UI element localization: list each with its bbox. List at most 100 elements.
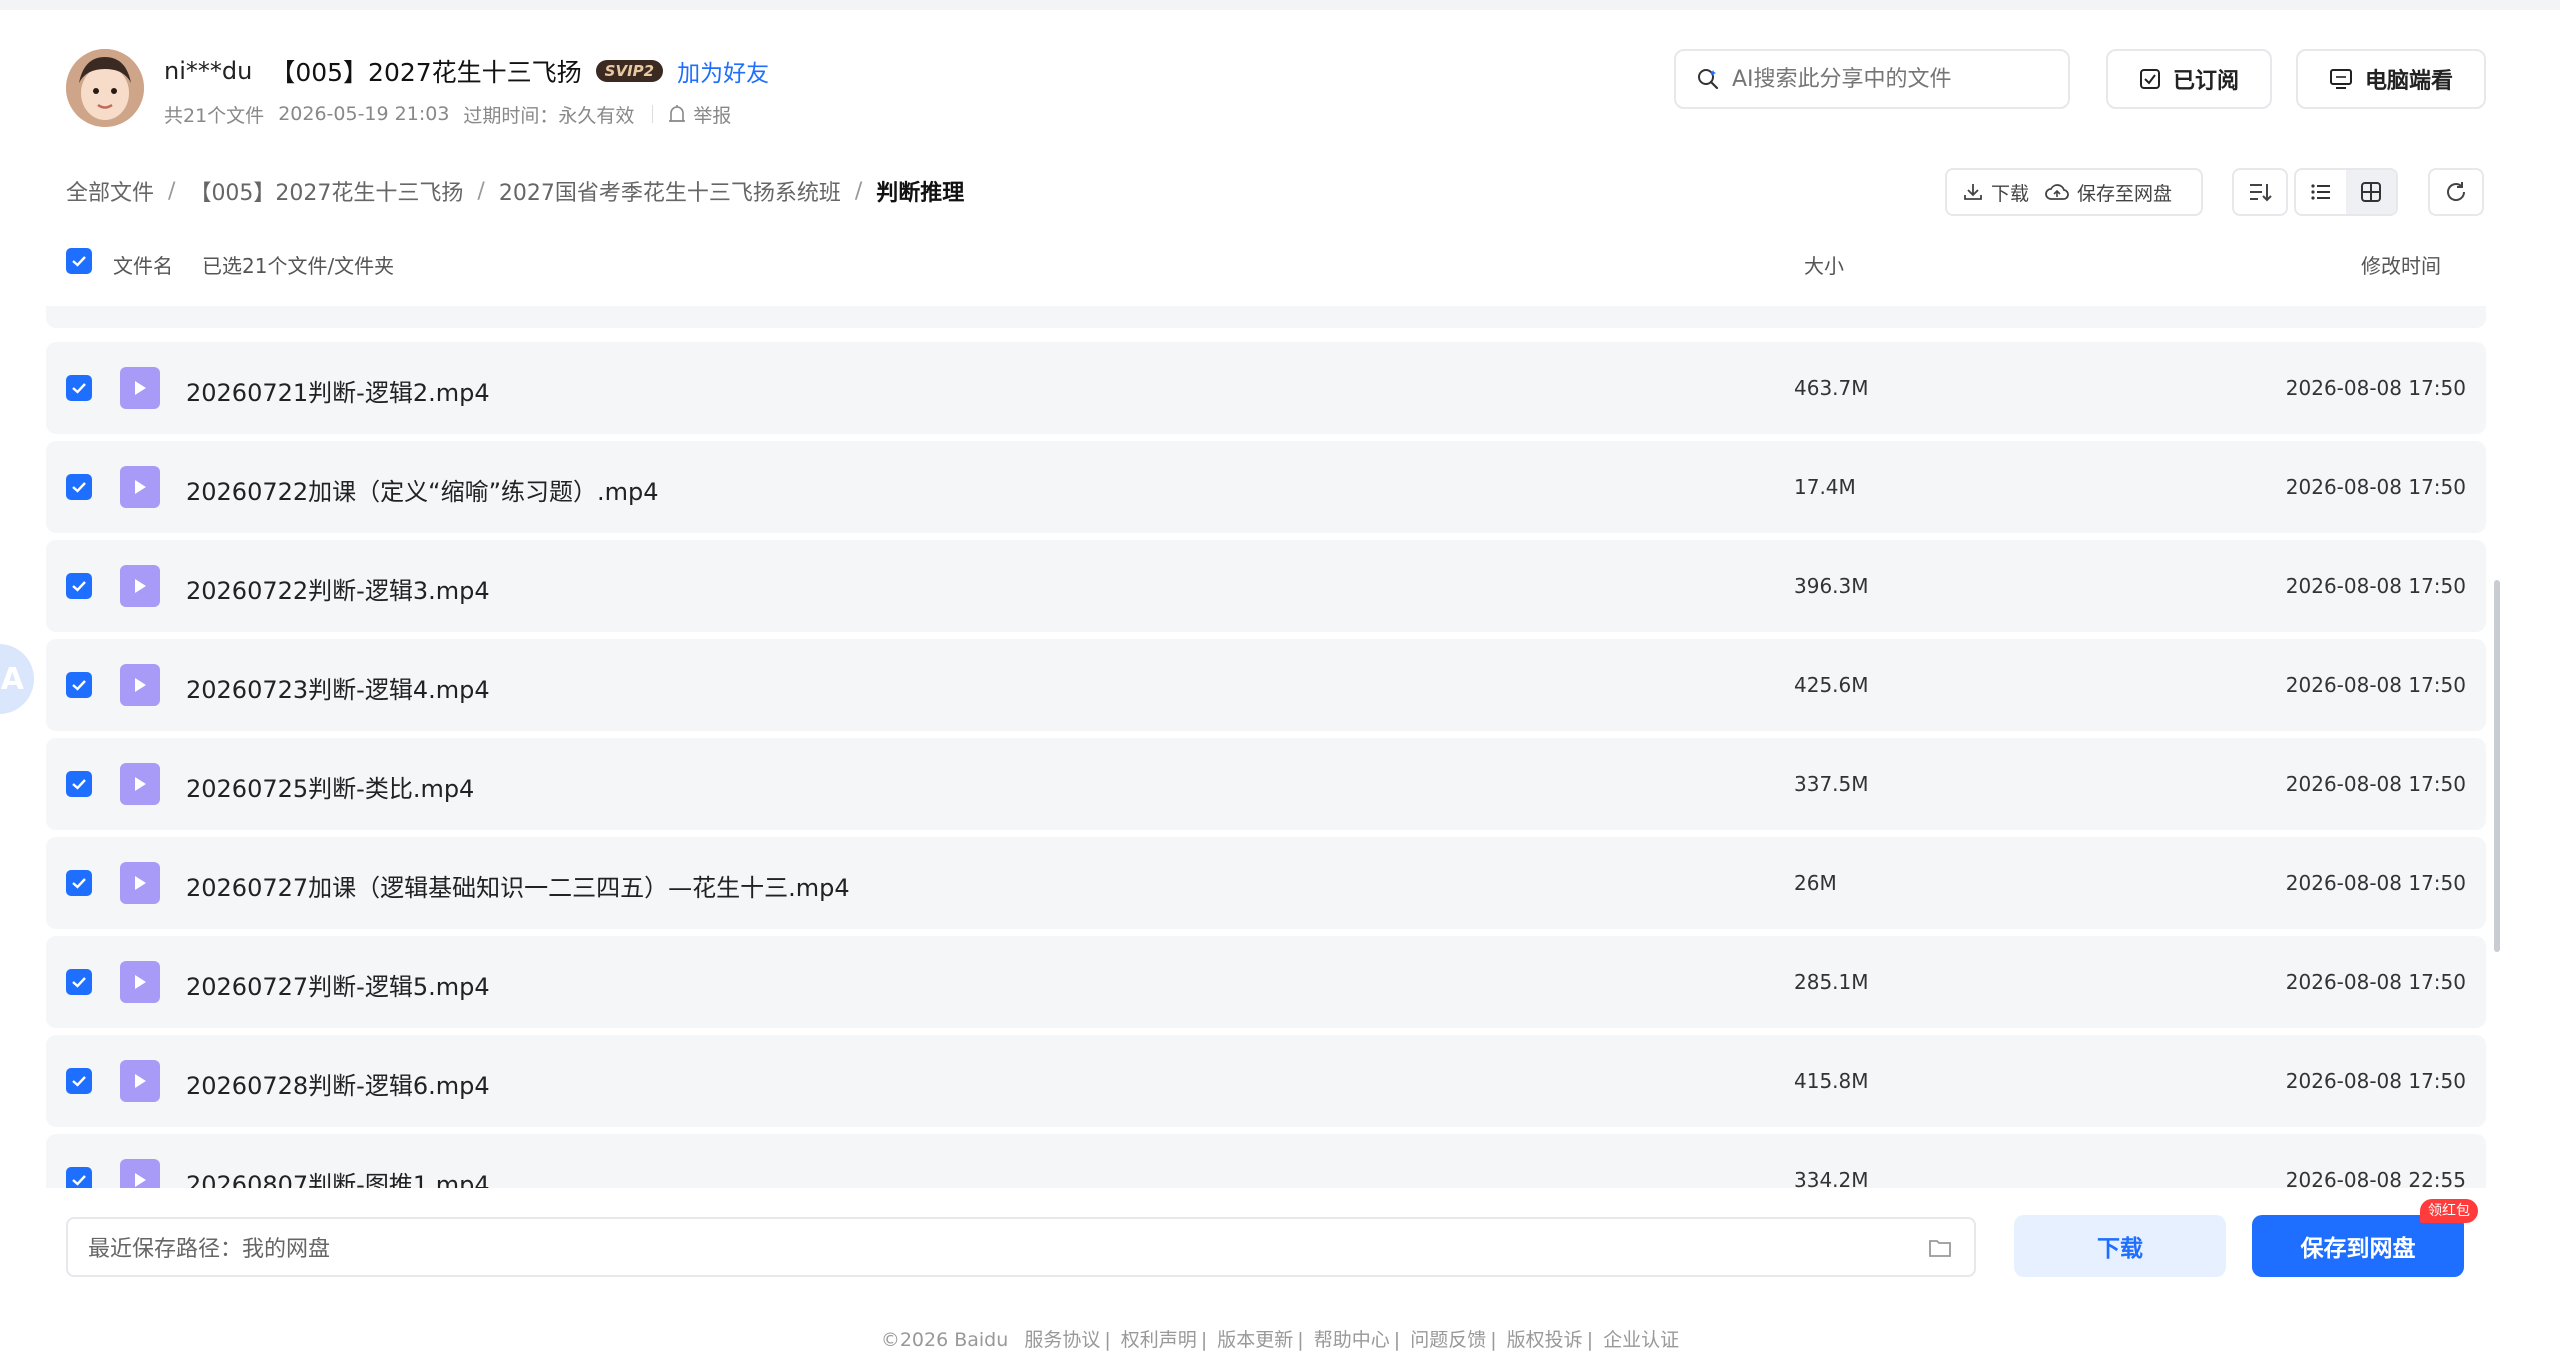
file-name[interactable]: 20260807判断-图推1.mp4: [186, 1165, 490, 1188]
row-checkbox[interactable]: [66, 771, 92, 797]
breadcrumb-current: 判断推理: [876, 181, 965, 206]
breadcrumb: 全部文件 / 【005】2027花生十三飞扬 / 2027国省考季花生十三飞扬系…: [66, 175, 965, 207]
breadcrumb-separator: /: [477, 178, 485, 204]
footer-link-copyright-complaint[interactable]: 版权投诉: [1507, 1329, 1583, 1351]
refresh-button[interactable]: [2428, 168, 2484, 216]
footer-link-version[interactable]: 版本更新: [1217, 1329, 1293, 1351]
desktop-view-label: 电脑端看: [2364, 69, 2453, 94]
row-checkbox[interactable]: [66, 672, 92, 698]
report-label: 举报: [693, 104, 732, 127]
file-size: 463.7M: [1794, 376, 1869, 400]
list-item[interactable]: 20260727判断-逻辑5.mp4 285.1M 2026-08-08 17:50: [46, 936, 2486, 1028]
file-mtime: 2026-08-08 17:50: [2285, 1069, 2466, 1093]
file-mtime: 2026-08-08 17:50: [2285, 772, 2466, 796]
subscribed-button[interactable]: 已订阅: [2106, 49, 2272, 109]
file-name[interactable]: 20260727加课（逻辑基础知识一二三四五）—花生十三.mp4: [186, 868, 850, 903]
file-mtime: 2026-08-08 17:50: [2285, 376, 2466, 400]
avatar[interactable]: [66, 49, 144, 127]
list-item[interactable]: 20260807判断-图推1.mp4 334.2M 2026-08-08 22:55: [46, 1134, 2486, 1188]
row-checkbox[interactable]: [66, 969, 92, 995]
svip-badge: SVIP2: [595, 60, 664, 82]
refresh-icon: [2447, 182, 2466, 201]
video-file-icon: [120, 1060, 160, 1102]
file-name[interactable]: 20260722加课（定义“缩喻”练习题）.mp4: [186, 472, 659, 507]
list-item[interactable]: 20260722判断-逻辑3.mp4 396.3M 2026-08-08 17:50: [46, 540, 2486, 632]
column-name[interactable]: 文件名: [113, 250, 173, 279]
list-item[interactable]: 20260721判断-逻辑2.mp4 463.7M 2026-08-08 17:50: [46, 342, 2486, 434]
file-mtime: 2026-08-08 17:50: [2285, 475, 2466, 499]
video-file-icon: [120, 367, 160, 409]
footer-divider: |: [1586, 1329, 1594, 1351]
subscribed-label: 已订阅: [2172, 69, 2239, 94]
file-name[interactable]: 20260721判断-逻辑2.mp4: [186, 373, 490, 408]
footer-link-service[interactable]: 服务协议: [1024, 1329, 1100, 1351]
file-name[interactable]: 20260727判断-逻辑5.mp4: [186, 967, 490, 1002]
save-to-disk-button[interactable]: 保存到网盘: [2252, 1215, 2464, 1277]
list-item-partial[interactable]: [46, 306, 2486, 328]
footer-link-help[interactable]: 帮助中心: [1314, 1329, 1390, 1351]
row-checkbox[interactable]: [66, 573, 92, 599]
side-float-button[interactable]: A: [0, 644, 34, 714]
list-view-button[interactable]: [2296, 170, 2346, 214]
row-checkbox[interactable]: [66, 375, 92, 401]
file-size: 415.8M: [1794, 1069, 1869, 1093]
checkmark-icon: [72, 779, 86, 790]
file-size: 334.2M: [1794, 1168, 1869, 1188]
grid-view-icon: [2361, 182, 2381, 202]
report-button[interactable]: 举报: [667, 101, 745, 128]
redpack-badge[interactable]: 领红包: [2420, 1199, 2478, 1223]
checkmark-icon: [72, 977, 86, 988]
row-checkbox[interactable]: [66, 1068, 92, 1094]
list-item[interactable]: 20260723判断-逻辑4.mp4 425.6M 2026-08-08 17:50: [46, 639, 2486, 731]
video-file-icon: [120, 763, 160, 805]
add-friend-link[interactable]: 加为好友: [677, 54, 769, 88]
subscribe-check-icon: [2139, 69, 2160, 89]
meta-divider: [652, 105, 654, 123]
breadcrumb-share-root[interactable]: 【005】2027花生十三飞扬: [189, 175, 463, 207]
scrollbar-thumb[interactable]: [2494, 580, 2500, 952]
column-size[interactable]: 大小: [1804, 250, 1844, 279]
file-count: 共21个文件: [164, 104, 265, 127]
search-box[interactable]: [1674, 49, 2070, 109]
file-name[interactable]: 20260728判断-逻辑6.mp4: [186, 1066, 490, 1101]
row-checkbox[interactable]: [66, 1167, 92, 1188]
file-name[interactable]: 20260723判断-逻辑4.mp4: [186, 670, 490, 705]
footer-link-rights[interactable]: 权利声明: [1121, 1329, 1197, 1351]
row-checkbox[interactable]: [66, 474, 92, 500]
video-file-icon: [120, 466, 160, 508]
list-item[interactable]: 20260725判断-类比.mp4 337.5M 2026-08-08 17:50: [46, 738, 2486, 830]
footer-divider: |: [1297, 1329, 1304, 1351]
file-name[interactable]: 20260725判断-类比.mp4: [186, 769, 474, 804]
checkmark-icon: [72, 878, 86, 889]
grid-view-button[interactable]: [2346, 170, 2396, 214]
video-file-icon: [120, 565, 160, 607]
select-all-checkbox[interactable]: [66, 248, 92, 274]
share-time: 2026-05-19 21:03: [278, 103, 450, 125]
breadcrumb-all-files[interactable]: 全部文件: [66, 175, 154, 207]
toolbar-download-button[interactable]: 下载: [1947, 179, 2029, 206]
choose-folder-button[interactable]: [1928, 1237, 1952, 1265]
sort-button[interactable]: [2232, 168, 2288, 216]
file-name[interactable]: 20260722判断-逻辑3.mp4: [186, 571, 490, 606]
desktop-view-button[interactable]: 电脑端看: [2296, 49, 2486, 109]
owner-name[interactable]: ni***du: [164, 57, 252, 85]
footer-divider: |: [1393, 1329, 1401, 1351]
search-input[interactable]: [1732, 66, 2052, 92]
row-checkbox[interactable]: [66, 870, 92, 896]
footer-link-feedback[interactable]: 问题反馈: [1410, 1329, 1486, 1351]
download-button[interactable]: 下载: [2014, 1215, 2226, 1277]
top-divider: [0, 0, 2560, 10]
toolbar-save-label: 保存至网盘: [2077, 182, 2173, 205]
list-item[interactable]: 20260727加课（逻辑基础知识一二三四五）—花生十三.mp4 26M 2026-…: [46, 837, 2486, 929]
breadcrumb-separator: /: [854, 178, 863, 204]
footer-link-enterprise[interactable]: 企业认证: [1603, 1329, 1679, 1351]
breadcrumb-course-folder[interactable]: 2027国省考季花生十三飞扬系统班: [499, 175, 841, 207]
save-path-bar[interactable]: 最近保存路径：我的网盘: [66, 1217, 1976, 1277]
checkmark-icon: [72, 482, 86, 493]
toolbar-save-button[interactable]: 保存至网盘: [2029, 179, 2172, 206]
column-mtime[interactable]: 修改时间: [2361, 250, 2441, 279]
checkmark-icon: [72, 383, 86, 394]
list-item[interactable]: 20260722加课（定义“缩喻”练习题）.mp4 17.4M 2026-08-08…: [46, 441, 2486, 533]
list-item[interactable]: 20260728判断-逻辑6.mp4 415.8M 2026-08-08 17:50: [46, 1035, 2486, 1127]
file-list: 20260721判断-逻辑2.mp4 463.7M 2026-08-08 17:50…: [46, 306, 2486, 1188]
